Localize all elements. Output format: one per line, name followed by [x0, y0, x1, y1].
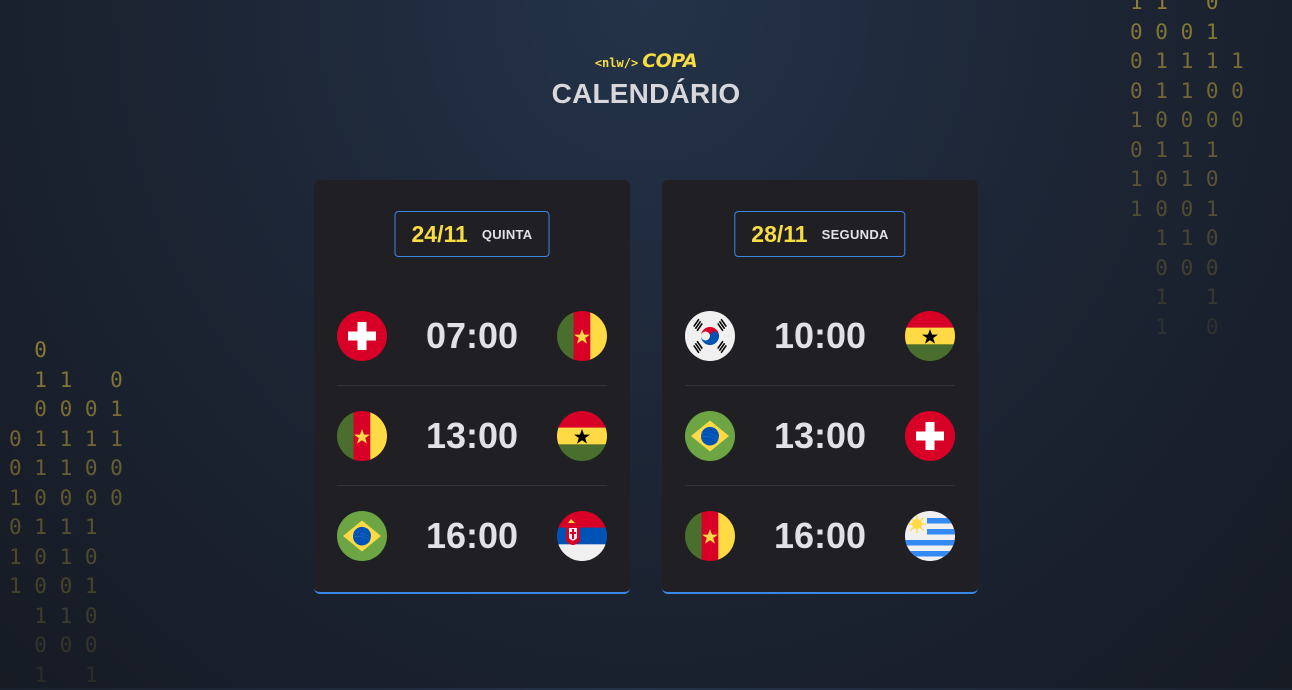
switzerland-flag-icon [905, 411, 955, 461]
page-header: <nlw/> COPA CALENDÁRIO [0, 50, 1292, 110]
cameroon-flag-icon [337, 411, 387, 461]
day-date: 24/11 [412, 221, 468, 248]
binary-decoration-left: 0 1 1 0 0 0 0 10 1 1 1 10 1 1 0 01 0 0 0… [9, 336, 123, 690]
game-row: 10:00 [685, 286, 955, 386]
binary-line: 0 1 1 0 0 [9, 454, 123, 484]
page-title: CALENDÁRIO [0, 78, 1292, 110]
day-card: 28/11 SEGUNDA 10:00 13:00 16:00 [662, 180, 978, 594]
nlw-copa-logo: <nlw/> COPA [595, 50, 697, 72]
binary-line: 1 0 [1130, 313, 1244, 343]
game-row: 16:00 [685, 486, 955, 586]
date-badge: 24/11 QUINTA [395, 211, 550, 257]
binary-line: 0 1 1 1 1 [9, 425, 123, 455]
game-time: 07:00 [426, 315, 518, 357]
binary-line: 0 0 0 1 [1130, 18, 1244, 48]
logo-word: COPA [642, 50, 697, 72]
binary-line: 1 0 0 0 0 [1130, 106, 1244, 136]
day-weekday: QUINTA [482, 227, 533, 242]
game-time: 16:00 [774, 515, 866, 557]
binary-line: 1 0 0 1 [9, 572, 123, 602]
ghana-flag-icon [557, 411, 607, 461]
game-time: 10:00 [774, 315, 866, 357]
binary-line: 0 [9, 336, 123, 366]
binary-line: 0 0 0 [1130, 254, 1244, 284]
binary-line: 1 1 [1130, 283, 1244, 313]
game-time: 13:00 [426, 415, 518, 457]
cameroon-flag-icon [557, 311, 607, 361]
brazil-flag-icon [685, 411, 735, 461]
games-list: 07:00 13:00 16:00 [337, 286, 607, 586]
date-badge: 28/11 SEGUNDA [734, 211, 905, 257]
binary-line: 1 0 0 0 0 [9, 484, 123, 514]
switzerland-flag-icon [337, 311, 387, 361]
day-weekday: SEGUNDA [822, 227, 889, 242]
games-list: 10:00 13:00 16:00 [685, 286, 955, 586]
game-row: 13:00 [685, 386, 955, 486]
binary-line: 1 0 1 0 [1130, 165, 1244, 195]
logo-tag: <nlw/> [595, 56, 638, 70]
game-time: 13:00 [774, 415, 866, 457]
brazil-flag-icon [337, 511, 387, 561]
binary-line: 1 1 0 [1130, 224, 1244, 254]
binary-line: 1 1 0 [1130, 0, 1244, 18]
day-date: 28/11 [751, 221, 807, 248]
ghana-flag-icon [905, 311, 955, 361]
binary-line: 0 0 0 1 [9, 395, 123, 425]
serbia-flag-icon [557, 511, 607, 561]
binary-line: 0 1 1 1 [1130, 136, 1244, 166]
game-time: 16:00 [426, 515, 518, 557]
binary-line: 1 0 0 1 [1130, 195, 1244, 225]
game-row: 16:00 [337, 486, 607, 586]
day-card: 24/11 QUINTA 07:00 13:00 16:00 [314, 180, 630, 594]
binary-line: 0 0 0 [9, 631, 123, 661]
cameroon-flag-icon [685, 511, 735, 561]
south-korea-flag-icon [685, 311, 735, 361]
game-row: 07:00 [337, 286, 607, 386]
binary-line: 1 1 0 [9, 366, 123, 396]
binary-line: 0 1 1 1 [9, 513, 123, 543]
binary-line: 1 1 0 [9, 602, 123, 632]
uruguay-flag-icon [905, 511, 955, 561]
binary-line: 1 0 1 0 [9, 543, 123, 573]
binary-line: 1 1 [9, 661, 123, 690]
game-row: 13:00 [337, 386, 607, 486]
